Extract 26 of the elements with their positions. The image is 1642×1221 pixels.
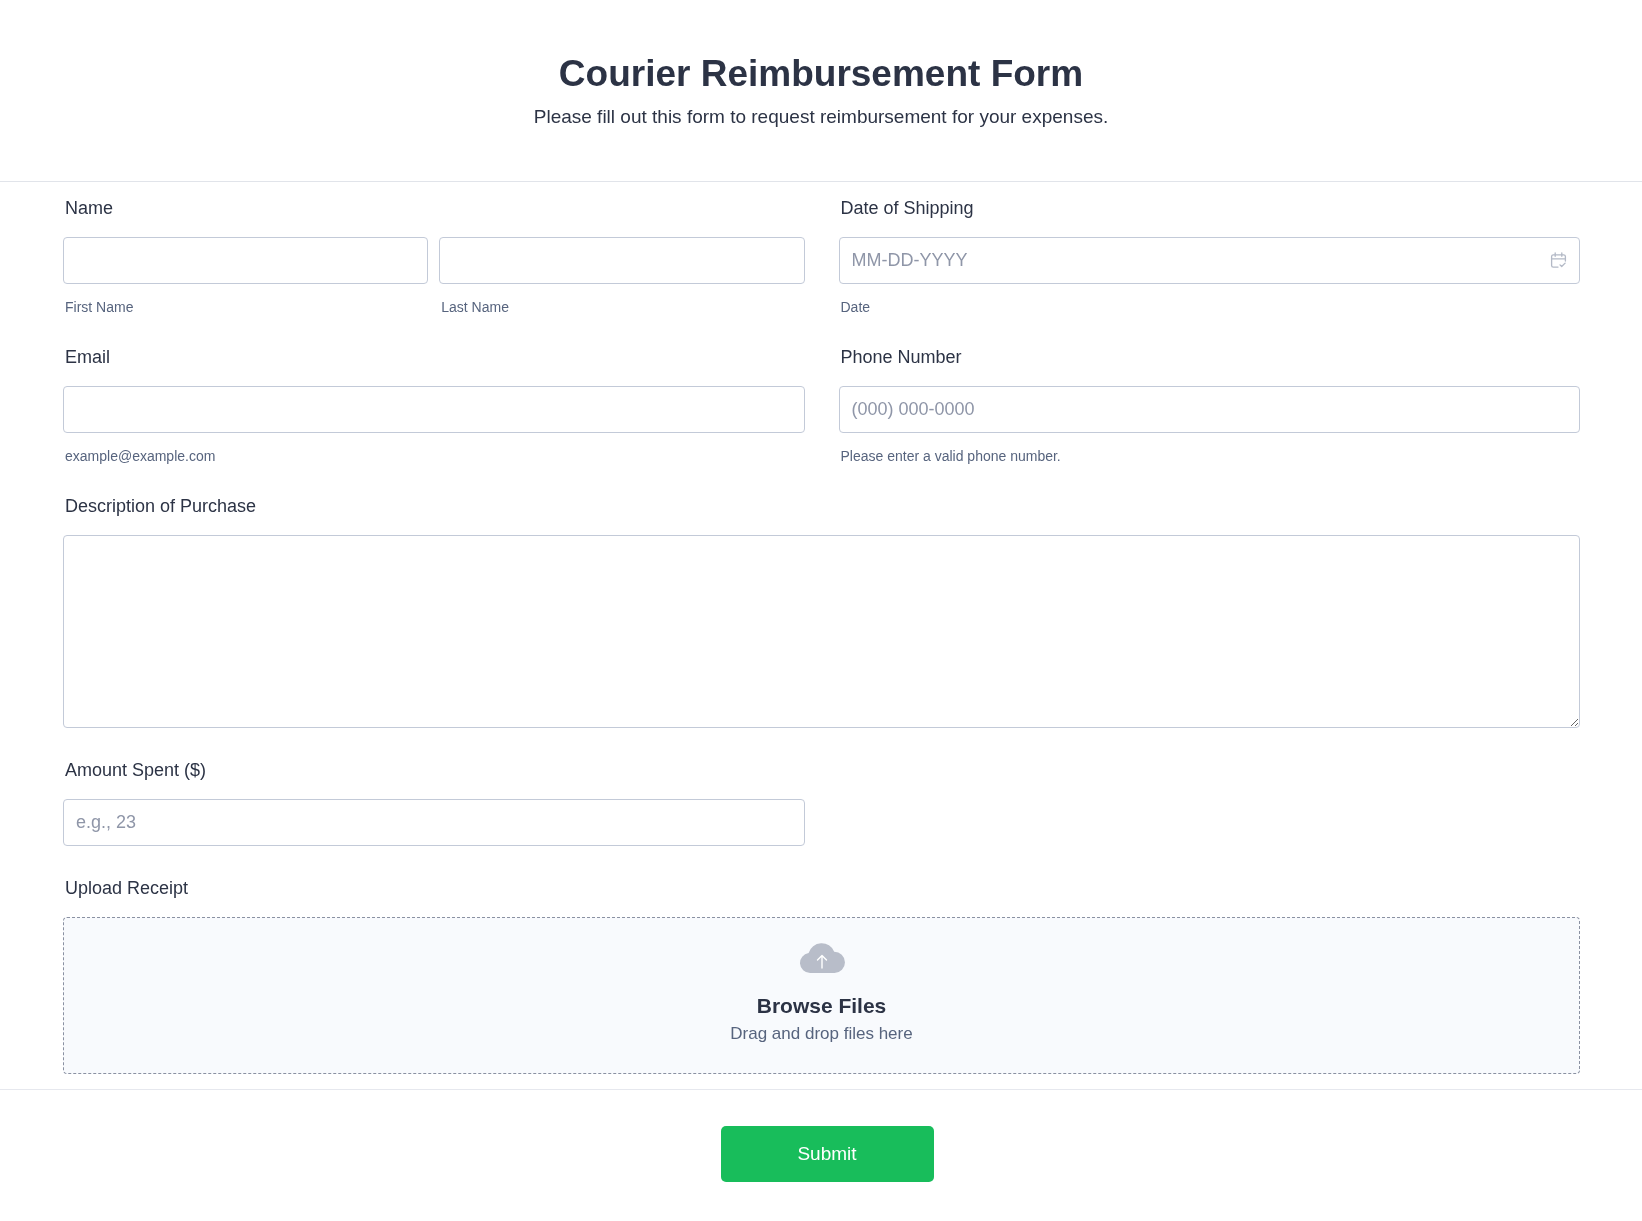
input-field[interactable]: e.g., 23 xyxy=(63,799,805,846)
field-label: Amount Spent ($) xyxy=(65,759,207,781)
field-sublabel: Please enter a valid phone number. xyxy=(840,448,1061,464)
field-sublabel: Date xyxy=(840,299,871,315)
upload-hint: Drag and drop files here xyxy=(730,1023,913,1045)
form-title: Courier Reimbursement Form xyxy=(558,52,1084,96)
field-label: Description of Purchase xyxy=(65,495,257,517)
input-field[interactable] xyxy=(439,237,805,284)
field-label: Date of Shipping xyxy=(840,197,974,219)
field-sublabel: First Name xyxy=(65,299,134,315)
date-field[interactable]: MM-DD-YYYY xyxy=(838,237,1580,284)
calendar-icon[interactable] xyxy=(1550,252,1567,269)
field-sublabel: example@example.com xyxy=(65,448,216,464)
field-label: Phone Number xyxy=(840,346,962,368)
field-label: Name xyxy=(65,197,113,219)
cloud-upload-icon xyxy=(798,943,845,973)
form-subtitle: Please fill out this form to request reimbursement for your expenses. xyxy=(533,105,1109,129)
input-field[interactable] xyxy=(63,386,805,433)
text-area[interactable] xyxy=(63,535,1580,728)
upload-dropzone[interactable]: Browse Files Drag and drop files here xyxy=(63,917,1580,1074)
input-field[interactable] xyxy=(63,237,429,284)
field-label: Upload Receipt xyxy=(65,877,189,899)
field-label: Email xyxy=(65,346,110,368)
field-sublabel: Last Name xyxy=(441,299,509,315)
upload-title: Browse Files xyxy=(756,993,887,1019)
input-field[interactable]: (000) 000-0000 xyxy=(838,386,1580,433)
